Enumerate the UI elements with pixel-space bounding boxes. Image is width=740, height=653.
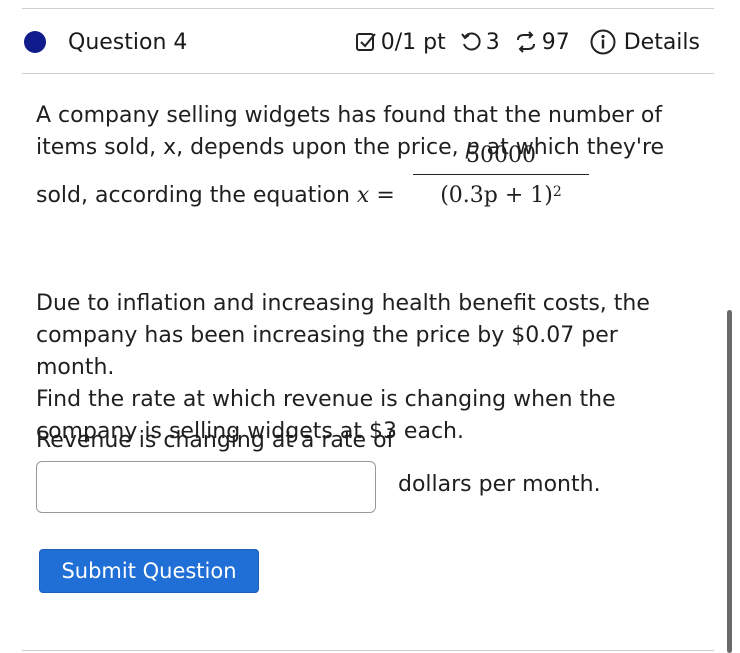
equation-fraction: 50000 (0.3p + 1)2 [413, 142, 589, 211]
bottom-divider [22, 650, 714, 651]
fraction-denominator: (0.3p + 1)2 [440, 183, 562, 208]
question-meta: 0/1 pt 3 97 Details [355, 29, 700, 55]
question-title: Question 4 [68, 29, 188, 55]
question-text-line: company has been increasing the price by… [36, 323, 618, 380]
equation-line: sold, according the equation x = 50000 (… [36, 143, 696, 236]
retry-icon [514, 31, 538, 53]
question-text-line: Find the rate at which revenue is changi… [36, 387, 616, 412]
answer-input[interactable] [36, 461, 376, 513]
question-status-dot [24, 31, 46, 53]
retries-count: 97 [541, 29, 570, 55]
scrollbar[interactable] [727, 310, 732, 653]
checkbox-icon [355, 31, 377, 53]
info-icon[interactable] [590, 29, 616, 55]
submit-question-button[interactable]: Submit Question [39, 549, 259, 593]
score-text: 0/1 pt [380, 29, 446, 55]
attempts-icon [460, 31, 482, 53]
top-divider [22, 8, 714, 9]
fraction-numerator: 50000 [413, 142, 589, 175]
question-text-line: Due to inflation and increasing health b… [36, 291, 650, 316]
details-link[interactable]: Details [624, 30, 700, 55]
answer-label: Revenue is changing at a rate of [36, 428, 395, 453]
question-body: A company selling widgets has found that… [36, 100, 696, 448]
question-header: Question 4 0/1 pt 3 97 Details [22, 14, 700, 70]
attempts-count: 3 [485, 29, 500, 55]
answer-units: dollars per month. [398, 472, 601, 497]
question-text-line: A company selling widgets has found that… [36, 103, 663, 128]
header-divider [22, 73, 714, 74]
question-text-line: items sold, x, depends upon the price, p… [36, 135, 665, 160]
